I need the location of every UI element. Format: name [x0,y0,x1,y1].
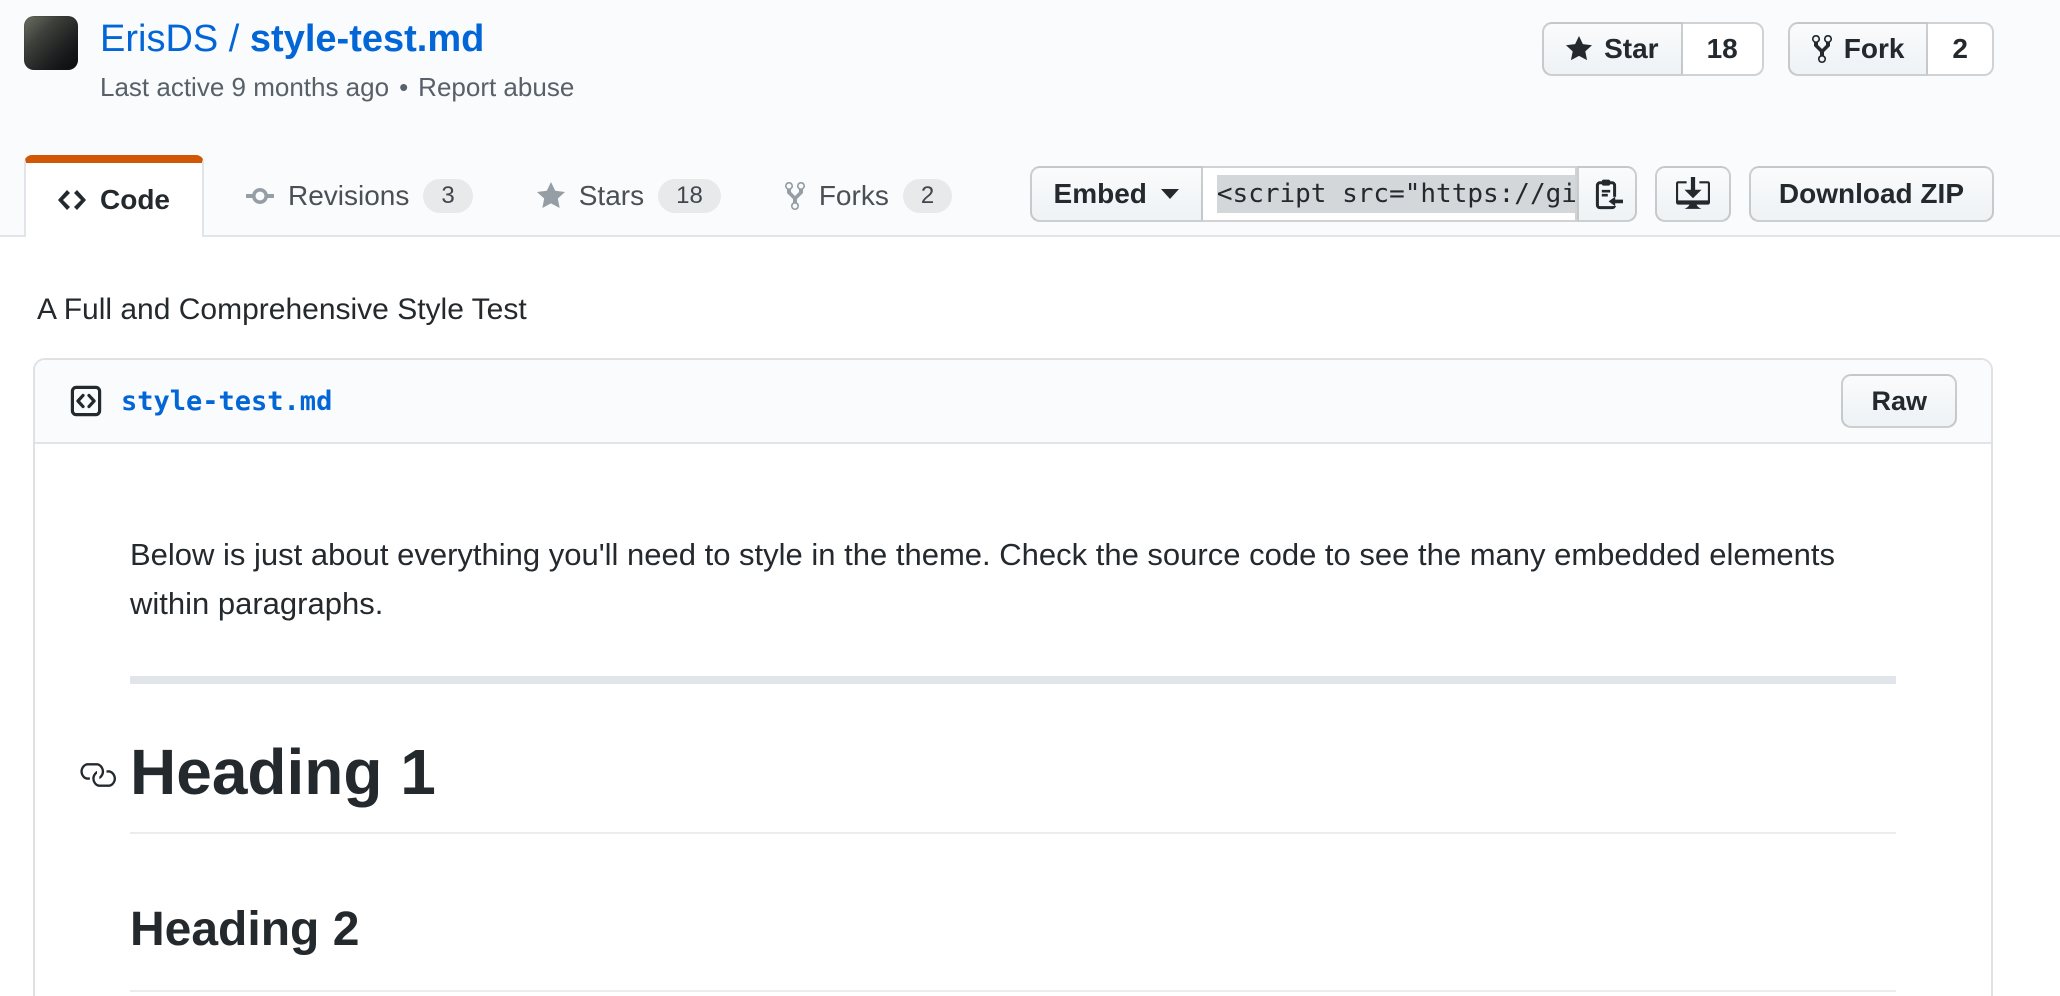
gist-controls: Embed <script src="https://gist. [1030,166,1994,222]
desktop-download-icon [1676,177,1710,211]
heading-2-text: Heading 2 [130,903,359,956]
link-anchor-icon[interactable] [78,756,116,794]
tab-forks[interactable]: Forks 2 [753,155,984,237]
tab-revisions[interactable]: Revisions 3 [214,155,505,237]
copy-to-clipboard-button[interactable] [1577,166,1637,222]
main-content: A Full and Comprehensive Style Test styl… [33,293,1993,996]
tab-forks-label: Forks [819,180,889,212]
owner-link[interactable]: ErisDS [100,18,218,60]
gist-meta: Last active 9 months ago • Report abuse [100,72,574,103]
fork-button[interactable]: Fork [1788,22,1929,76]
fork-button-label: Fork [1844,33,1905,65]
star-button-group: Star 18 [1542,22,1764,76]
file-code-icon [69,384,103,418]
tab-bar: Code Revisions 3 Stars 18 Forks 2 [24,155,1994,237]
fork-icon [785,180,805,212]
social-buttons: Star 18 Fork 2 [1542,22,1994,76]
gist-identity: ErisDS / style-test.md Last active 9 mon… [24,16,574,103]
last-active-text: Last active 9 months ago [100,72,389,102]
embed-dropdown-label: Embed [1054,178,1147,210]
file-name-link[interactable]: style-test.md [121,386,332,417]
file-box: style-test.md Raw Below is just about ev… [33,358,1993,996]
star-icon [1566,34,1592,64]
tab-code[interactable]: Code [24,155,204,237]
gist-header: ErisDS / style-test.md Last active 9 mon… [0,0,2060,237]
chevron-down-icon [1161,189,1179,199]
gist-page: ErisDS / style-test.md Last active 9 mon… [0,0,2060,996]
intro-paragraph: Below is just about everything you'll ne… [130,530,1896,628]
tab-revisions-label: Revisions [288,180,409,212]
forks-count-badge: 2 [903,179,952,213]
raw-button[interactable]: Raw [1841,374,1957,428]
tabs: Code Revisions 3 Stars 18 Forks 2 [24,155,984,237]
tab-code-label: Code [100,184,170,216]
embed-group: Embed <script src="https://gist. [1030,166,1637,222]
gist-description: A Full and Comprehensive Style Test [37,293,1993,327]
meta-bullet: • [399,72,408,102]
download-zip-button[interactable]: Download ZIP [1749,166,1994,222]
star-count[interactable]: 18 [1683,22,1764,76]
report-abuse-link[interactable]: Report abuse [418,72,574,102]
avatar[interactable] [24,16,78,70]
fork-button-group: Fork 2 [1788,22,1994,76]
stars-count-badge: 18 [658,179,721,213]
embed-dropdown[interactable]: Embed [1030,166,1203,222]
download-button[interactable] [1655,166,1731,222]
heading-1-text: Heading 1 [130,736,436,808]
embed-code-value: <script src="https://gist. [1217,175,1577,213]
fork-icon [1812,33,1832,65]
revisions-count-badge: 3 [423,179,472,213]
heading-2: Heading 2 [130,894,1896,992]
embed-code-input[interactable]: <script src="https://gist. [1203,166,1577,222]
title-separator: / [218,18,250,60]
gist-name-link[interactable]: style-test.md [250,18,484,60]
markdown-body: Below is just about everything you'll ne… [35,444,1991,996]
tab-stars[interactable]: Stars 18 [505,155,753,237]
star-icon [537,180,565,212]
star-button-label: Star [1604,33,1658,65]
gist-title: ErisDS / style-test.md [100,16,574,62]
tab-stars-label: Stars [579,180,644,212]
heading-1: Heading 1 [130,732,1896,834]
fork-count[interactable]: 2 [1928,22,1994,76]
commit-icon [246,180,274,212]
code-icon [58,184,86,216]
file-header: style-test.md Raw [35,360,1991,444]
header-top-row: ErisDS / style-test.md Last active 9 mon… [0,0,2060,103]
clipboard-copy-icon [1591,178,1623,210]
star-button[interactable]: Star [1542,22,1682,76]
horizontal-rule [130,676,1896,684]
title-block: ErisDS / style-test.md Last active 9 mon… [100,16,574,103]
